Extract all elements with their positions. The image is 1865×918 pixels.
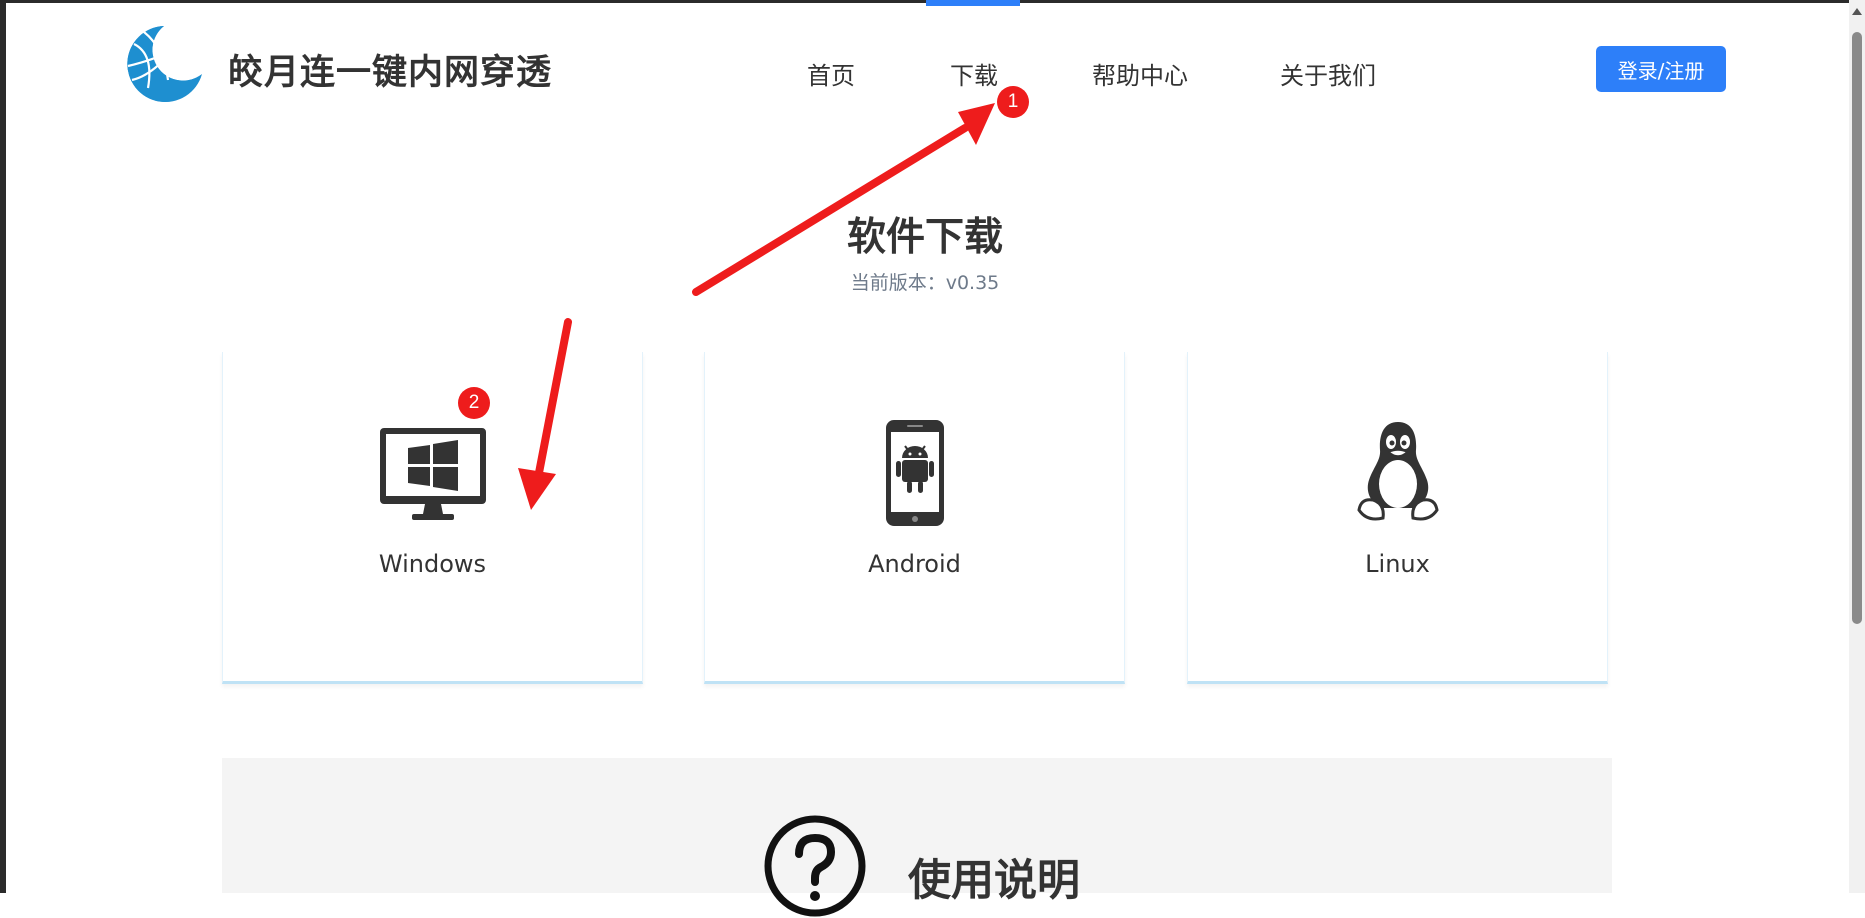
nav-help-center[interactable]: 帮助中心 xyxy=(1092,56,1188,91)
window-left-edge xyxy=(0,0,6,893)
annotation-badge-2: 2 xyxy=(458,387,490,419)
page-title: 软件下载 xyxy=(846,215,1003,260)
scroll-up-arrow-icon[interactable] xyxy=(1852,8,1862,15)
scrollbar-thumb[interactable] xyxy=(1852,32,1862,624)
annotation-badge-1: 1 xyxy=(997,86,1029,118)
card-label-android: Android xyxy=(868,550,961,578)
version-value: v0.35 xyxy=(945,272,1000,294)
nav-home[interactable]: 首页 xyxy=(807,56,855,91)
version-text: 当前版本：v0.35 xyxy=(0,268,1850,295)
nav-download[interactable]: 下载 xyxy=(950,56,998,91)
login-register-button[interactable]: 登录/注册 xyxy=(1596,46,1726,92)
nav-about-us[interactable]: 关于我们 xyxy=(1280,56,1376,91)
logo-icon[interactable] xyxy=(124,24,204,104)
download-card-android[interactable]: Android xyxy=(704,352,1125,684)
android-phone-icon xyxy=(885,420,944,526)
version-label: 当前版本： xyxy=(850,272,946,294)
vertical-scrollbar[interactable] xyxy=(1849,0,1865,893)
windows-monitor-icon xyxy=(379,428,486,520)
question-circle-icon xyxy=(764,815,866,917)
download-card-windows[interactable]: Windows xyxy=(222,352,643,684)
linux-penguin-icon xyxy=(1356,422,1439,521)
browser-page: 皎月连一键内网穿透 首页 下载 帮助中心 关于我们 登录/注册 软件下载 当前版… xyxy=(0,0,1865,917)
instructions-title: 使用说明 xyxy=(908,856,1080,906)
nav-active-indicator xyxy=(926,0,1020,6)
annotation-arrowhead-1 xyxy=(958,103,995,145)
card-label-linux: Linux xyxy=(1365,550,1430,578)
download-card-linux[interactable]: Linux xyxy=(1187,352,1608,684)
card-label-windows: Windows xyxy=(378,550,487,578)
brand-name[interactable]: 皎月连一键内网穿透 xyxy=(228,44,552,95)
